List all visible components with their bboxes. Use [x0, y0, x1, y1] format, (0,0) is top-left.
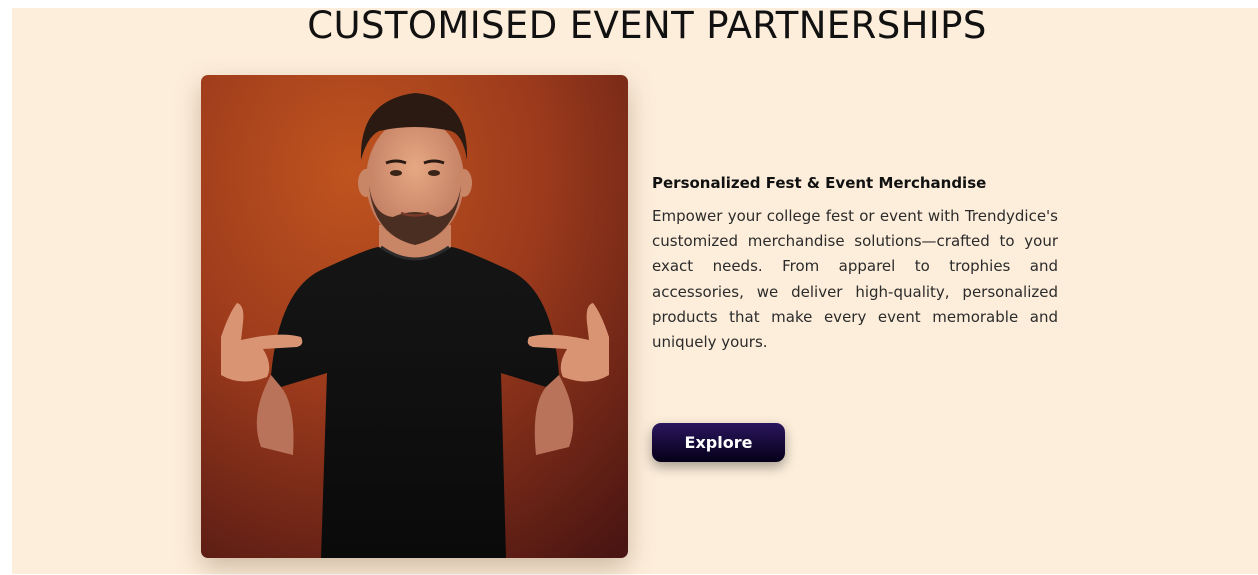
- event-partnerships-section: CUSTOMISED EVENT PARTNERSHIPS Personaliz…: [12, 4, 1258, 574]
- explore-button[interactable]: Explore: [652, 423, 785, 462]
- model-photo-illustration: [201, 75, 628, 558]
- page-title: CUSTOMISED EVENT PARTNERSHIPS: [307, 4, 987, 47]
- feature-subtitle: Personalized Fest & Event Merchandise: [652, 174, 987, 192]
- feature-content: Personalized Fest & Event Merchandise Em…: [652, 173, 1058, 355]
- feature-description: Empower your college fest or event with …: [652, 207, 1058, 352]
- model-photo: [201, 75, 628, 558]
